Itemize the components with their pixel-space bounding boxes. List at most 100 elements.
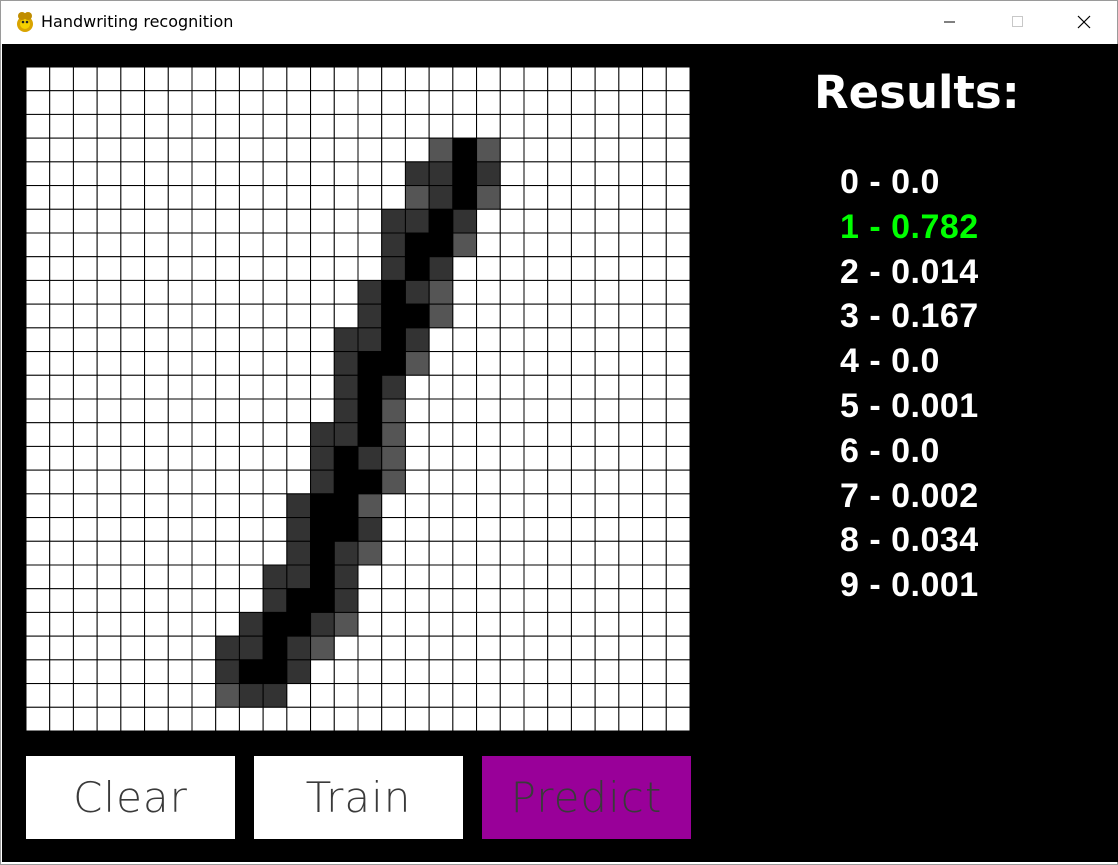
grid-cell[interactable] — [167, 351, 193, 376]
grid-cell[interactable] — [120, 208, 146, 234]
grid-cell[interactable] — [547, 161, 572, 187]
grid-cell[interactable] — [310, 351, 335, 376]
grid-cell[interactable] — [404, 232, 430, 258]
grid-cell[interactable] — [570, 683, 596, 708]
grid-cell[interactable] — [120, 445, 146, 471]
grid-cell[interactable] — [452, 564, 478, 590]
grid-cell[interactable] — [286, 706, 312, 731]
grid-cell[interactable] — [167, 588, 193, 613]
grid-cell[interactable] — [357, 422, 383, 447]
grid-cell[interactable] — [618, 67, 644, 92]
grid-cell[interactable] — [404, 303, 430, 329]
grid-cell[interactable] — [96, 398, 122, 424]
grid-cell[interactable] — [452, 422, 478, 447]
grid-cell[interactable] — [215, 445, 240, 471]
grid-cell[interactable] — [120, 351, 146, 376]
grid-cell[interactable] — [570, 208, 596, 234]
grid-cell[interactable] — [523, 635, 549, 661]
grid-cell[interactable] — [96, 635, 122, 661]
grid-cell[interactable] — [428, 398, 454, 424]
grid-cell[interactable] — [191, 469, 217, 495]
grid-cell[interactable] — [120, 232, 146, 258]
grid-cell[interactable] — [120, 683, 146, 708]
grid-cell[interactable] — [167, 185, 193, 210]
grid-cell[interactable] — [262, 493, 288, 519]
grid-cell[interactable] — [191, 611, 217, 637]
grid-cell[interactable] — [191, 398, 217, 424]
grid-cell[interactable] — [286, 659, 312, 685]
grid-cell[interactable] — [594, 588, 620, 613]
grid-cell[interactable] — [594, 113, 620, 139]
grid-cell[interactable] — [310, 398, 335, 424]
grid-cell[interactable] — [665, 374, 690, 400]
grid-cell[interactable] — [144, 564, 169, 590]
grid-cell[interactable] — [49, 113, 74, 139]
grid-cell[interactable] — [570, 635, 596, 661]
grid-cell[interactable] — [642, 67, 667, 92]
grid-cell[interactable] — [238, 256, 264, 281]
grid-cell[interactable] — [357, 493, 383, 519]
grid-cell[interactable] — [452, 706, 478, 731]
grid-cell[interactable] — [310, 635, 335, 661]
grid-cell[interactable] — [428, 659, 454, 685]
grid-cell[interactable] — [381, 564, 406, 590]
grid-cell[interactable] — [262, 351, 288, 376]
grid-cell[interactable] — [215, 303, 240, 329]
grid-cell[interactable] — [594, 493, 620, 519]
grid-cell[interactable] — [72, 469, 98, 495]
grid-cell[interactable] — [452, 279, 478, 305]
grid-cell[interactable] — [215, 256, 240, 281]
grid-cell[interactable] — [642, 113, 667, 139]
grid-cell[interactable] — [476, 659, 501, 685]
grid-cell[interactable] — [238, 90, 264, 115]
grid-cell[interactable] — [381, 493, 406, 519]
grid-cell[interactable] — [49, 564, 74, 590]
grid-cell[interactable] — [215, 611, 240, 637]
grid-cell[interactable] — [452, 445, 478, 471]
grid-cell[interactable] — [404, 208, 430, 234]
grid-cell[interactable] — [357, 374, 383, 400]
grid-cell[interactable] — [428, 564, 454, 590]
grid-cell[interactable] — [665, 232, 690, 258]
grid-cell[interactable] — [262, 256, 288, 281]
grid-cell[interactable] — [262, 706, 288, 731]
grid-cell[interactable] — [618, 113, 644, 139]
grid-cell[interactable] — [215, 706, 240, 731]
grid-cell[interactable] — [286, 398, 312, 424]
grid-cell[interactable] — [665, 564, 690, 590]
grid-cell[interactable] — [381, 588, 406, 613]
grid-cell[interactable] — [144, 208, 169, 234]
grid-cell[interactable] — [618, 374, 644, 400]
grid-cell[interactable] — [547, 564, 572, 590]
grid-cell[interactable] — [357, 232, 383, 258]
grid-cell[interactable] — [476, 611, 501, 637]
grid-cell[interactable] — [452, 327, 478, 353]
grid-cell[interactable] — [191, 540, 217, 566]
grid-cell[interactable] — [167, 161, 193, 187]
grid-cell[interactable] — [665, 611, 690, 637]
grid-cell[interactable] — [570, 137, 596, 163]
grid-cell[interactable] — [215, 398, 240, 424]
grid-cell[interactable] — [72, 635, 98, 661]
grid-cell[interactable] — [310, 232, 335, 258]
grid-cell[interactable] — [594, 422, 620, 447]
grid-cell[interactable] — [428, 422, 454, 447]
grid-cell[interactable] — [665, 445, 690, 471]
grid-cell[interactable] — [547, 67, 572, 92]
grid-cell[interactable] — [333, 517, 359, 542]
grid-cell[interactable] — [357, 327, 383, 353]
grid-cell[interactable] — [642, 493, 667, 519]
grid-cell[interactable] — [238, 137, 264, 163]
grid-cell[interactable] — [310, 279, 335, 305]
grid-cell[interactable] — [642, 327, 667, 353]
drawing-grid[interactable] — [26, 67, 690, 731]
grid-cell[interactable] — [49, 611, 74, 637]
grid-cell[interactable] — [476, 493, 501, 519]
grid-cell[interactable] — [428, 161, 454, 187]
grid-cell[interactable] — [404, 185, 430, 210]
grid-cell[interactable] — [404, 113, 430, 139]
grid-cell[interactable] — [120, 374, 146, 400]
grid-cell[interactable] — [523, 659, 549, 685]
grid-cell[interactable] — [594, 635, 620, 661]
grid-cell[interactable] — [286, 113, 312, 139]
